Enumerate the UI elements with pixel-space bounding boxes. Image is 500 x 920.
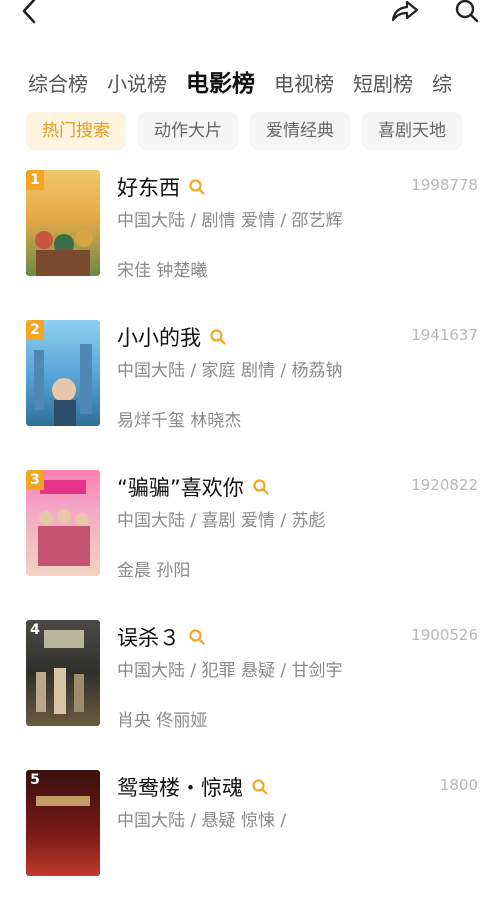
movie-title[interactable]: 小小的我 <box>117 322 201 352</box>
back-icon[interactable] <box>12 0 46 28</box>
tab-tv[interactable]: 电视榜 <box>274 68 334 97</box>
rank-badge: 4 <box>30 622 40 638</box>
movie-cast: 宋佳 钟楚曦 <box>117 261 208 281</box>
share-icon[interactable] <box>388 0 422 28</box>
movie-title[interactable]: 鸳鸯楼・惊魂 <box>117 772 243 802</box>
movie-cast: 肖央 佟丽娅 <box>117 711 208 731</box>
movie-meta: 中国大陆 / 家庭 剧情 / 杨荔钠 <box>117 361 343 381</box>
search-count: 1900526 <box>411 626 478 644</box>
list-item[interactable]: 4 误杀３ 1900526 中国大陆 / 犯罪 悬疑 / 甘剑宇 肖央 佟丽娅 <box>0 620 500 770</box>
title-row: 鸳鸯楼・惊魂 <box>117 772 269 802</box>
title-row: 好东西 <box>117 172 206 202</box>
search-icon[interactable] <box>188 178 206 196</box>
tab-novel[interactable]: 小说榜 <box>107 68 167 97</box>
movie-meta: 中国大陆 / 喜剧 爱情 / 苏彪 <box>117 511 326 531</box>
tab-short-drama[interactable]: 短剧榜 <box>353 68 413 97</box>
chip-action[interactable]: 动作大片 <box>138 112 238 150</box>
top-bar <box>0 0 500 30</box>
search-count: 1920822 <box>411 476 478 494</box>
search-icon[interactable] <box>450 0 484 28</box>
list-item[interactable]: 1 好东西 1998778 中国大陆 / 剧情 爱情 / 邵艺辉 宋佳 钟楚曦 <box>0 170 500 320</box>
rank-badge: 5 <box>30 772 40 788</box>
list-item[interactable]: 5 鸳鸯楼・惊魂 1800 中国大陆 / 悬疑 惊悚 / <box>0 770 500 920</box>
movie-meta: 中国大陆 / 犯罪 悬疑 / 甘剑宇 <box>117 661 343 681</box>
poster-image[interactable]: 2 <box>26 320 100 426</box>
search-count: 1998778 <box>411 176 478 194</box>
rank-badge: 1 <box>26 170 44 190</box>
poster-image[interactable]: 5 <box>26 770 100 876</box>
movie-title[interactable]: “骗骗”喜欢你 <box>117 472 244 502</box>
movie-title[interactable]: 好东西 <box>117 172 180 202</box>
filter-chips: 热门搜索 动作大片 爱情经典 喜剧天地 <box>26 112 500 150</box>
tab-overall[interactable]: 综合榜 <box>28 68 88 97</box>
chip-hot-search[interactable]: 热门搜索 <box>26 112 126 150</box>
search-icon[interactable] <box>251 778 269 796</box>
movie-cast: 易烊千玺 林晓杰 <box>117 411 242 431</box>
rank-badge: 2 <box>26 320 44 340</box>
chip-comedy[interactable]: 喜剧天地 <box>362 112 462 150</box>
movie-cast: 金晨 孙阳 <box>117 561 191 581</box>
search-icon[interactable] <box>209 328 227 346</box>
poster-image[interactable]: 4 <box>26 620 100 726</box>
search-count: 1941637 <box>411 326 478 344</box>
title-row: 误杀３ <box>117 622 206 652</box>
category-tabs: 综合榜 小说榜 电影榜 电视榜 短剧榜综 <box>28 64 500 98</box>
poster-image[interactable]: 3 <box>26 470 100 576</box>
search-icon[interactable] <box>252 478 270 496</box>
movie-meta: 中国大陆 / 悬疑 惊悚 / <box>117 811 287 831</box>
search-count: 1800 <box>439 776 478 794</box>
rank-badge: 3 <box>26 470 44 490</box>
tab-variety[interactable]: 综 <box>432 68 452 97</box>
title-row: 小小的我 <box>117 322 227 352</box>
movie-list: 1 好东西 1998778 中国大陆 / 剧情 爱情 / 邵艺辉 宋佳 钟楚曦 … <box>0 170 500 920</box>
movie-meta: 中国大陆 / 剧情 爱情 / 邵艺辉 <box>117 211 343 231</box>
list-item[interactable]: 2 小小的我 1941637 中国大陆 / 家庭 剧情 / 杨荔钠 易烊千玺 林… <box>0 320 500 470</box>
list-item[interactable]: 3 “骗骗”喜欢你 1920822 中国大陆 / 喜剧 爱情 / 苏彪 金晨 孙… <box>0 470 500 620</box>
title-row: “骗骗”喜欢你 <box>117 472 270 502</box>
poster-image[interactable]: 1 <box>26 170 100 276</box>
movie-title[interactable]: 误杀３ <box>117 622 180 652</box>
tab-movie[interactable]: 电影榜 <box>186 64 255 98</box>
search-icon[interactable] <box>188 628 206 646</box>
chip-romance[interactable]: 爱情经典 <box>250 112 350 150</box>
